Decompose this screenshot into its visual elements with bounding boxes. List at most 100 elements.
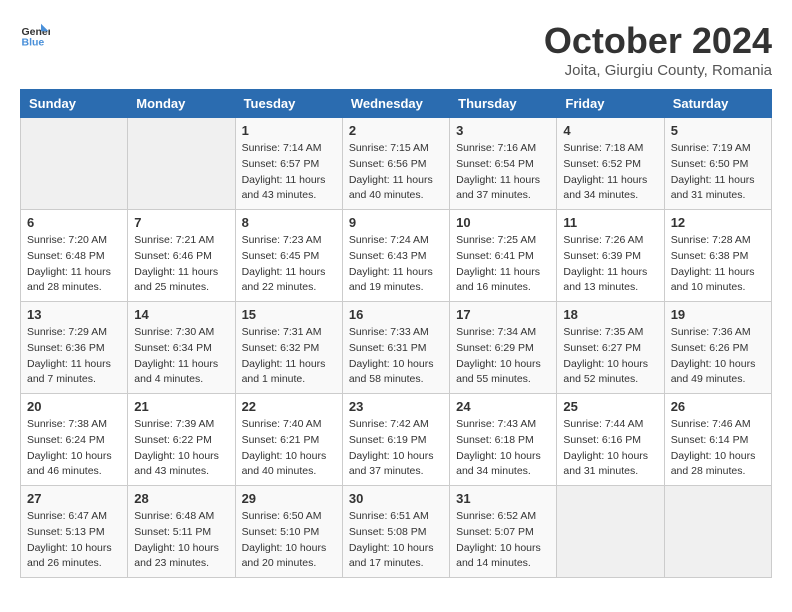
title-section: October 2024 Joita, Giurgiu County, Roma… [544, 20, 772, 79]
day-number: 23 [349, 399, 443, 414]
day-number: 30 [349, 491, 443, 506]
page-header: General Blue October 2024 Joita, Giurgiu… [20, 20, 772, 79]
calendar-cell [21, 118, 128, 210]
calendar-cell: 4 Sunrise: 7:18 AM Sunset: 6:52 PM Daylig… [557, 118, 664, 210]
calendar-cell: 16 Sunrise: 7:33 AM Sunset: 6:31 PM Dayli… [342, 302, 449, 394]
day-info: Sunrise: 7:16 AM Sunset: 6:54 PM Dayligh… [456, 141, 550, 204]
day-number: 25 [563, 399, 657, 414]
calendar-cell: 3 Sunrise: 7:16 AM Sunset: 6:54 PM Daylig… [450, 118, 557, 210]
day-info: Sunrise: 7:28 AM Sunset: 6:38 PM Dayligh… [671, 233, 765, 296]
day-info: Sunrise: 7:14 AM Sunset: 6:57 PM Dayligh… [242, 141, 336, 204]
day-info: Sunrise: 6:52 AM Sunset: 5:07 PM Dayligh… [456, 509, 550, 572]
day-number: 3 [456, 123, 550, 138]
calendar-cell: 18 Sunrise: 7:35 AM Sunset: 6:27 PM Dayli… [557, 302, 664, 394]
day-info: Sunrise: 7:33 AM Sunset: 6:31 PM Dayligh… [349, 325, 443, 388]
calendar-cell: 1 Sunrise: 7:14 AM Sunset: 6:57 PM Daylig… [235, 118, 342, 210]
calendar-cell: 10 Sunrise: 7:25 AM Sunset: 6:41 PM Dayli… [450, 210, 557, 302]
month-title: October 2024 [544, 20, 772, 62]
calendar-cell [664, 486, 771, 578]
calendar-cell: 22 Sunrise: 7:40 AM Sunset: 6:21 PM Dayli… [235, 394, 342, 486]
weekday-header-saturday: Saturday [664, 90, 771, 118]
weekday-header-monday: Monday [128, 90, 235, 118]
day-info: Sunrise: 7:34 AM Sunset: 6:29 PM Dayligh… [456, 325, 550, 388]
day-info: Sunrise: 7:18 AM Sunset: 6:52 PM Dayligh… [563, 141, 657, 204]
weekday-header-row: SundayMondayTuesdayWednesdayThursdayFrid… [21, 90, 772, 118]
weekday-header-tuesday: Tuesday [235, 90, 342, 118]
day-info: Sunrise: 7:42 AM Sunset: 6:19 PM Dayligh… [349, 417, 443, 480]
day-number: 18 [563, 307, 657, 322]
calendar-cell: 31 Sunrise: 6:52 AM Sunset: 5:07 PM Dayli… [450, 486, 557, 578]
week-row-3: 13Sunrise: 7:29 AM Sunset: 6:36 PM Dayli… [21, 302, 772, 394]
day-number: 24 [456, 399, 550, 414]
day-number: 5 [671, 123, 765, 138]
calendar-cell: 26Sunrise: 7:46 AM Sunset: 6:14 PM Dayli… [664, 394, 771, 486]
day-info: Sunrise: 7:29 AM Sunset: 6:36 PM Dayligh… [27, 325, 121, 388]
calendar-cell: 20Sunrise: 7:38 AM Sunset: 6:24 PM Dayli… [21, 394, 128, 486]
day-number: 21 [134, 399, 228, 414]
day-info: Sunrise: 7:36 AM Sunset: 6:26 PM Dayligh… [671, 325, 765, 388]
calendar-cell: 29 Sunrise: 6:50 AM Sunset: 5:10 PM Dayli… [235, 486, 342, 578]
day-number: 28 [134, 491, 228, 506]
weekday-header-wednesday: Wednesday [342, 90, 449, 118]
day-number: 11 [563, 215, 657, 230]
day-info: Sunrise: 7:35 AM Sunset: 6:27 PM Dayligh… [563, 325, 657, 388]
day-number: 22 [242, 399, 336, 414]
day-info: Sunrise: 7:30 AM Sunset: 6:34 PM Dayligh… [134, 325, 228, 388]
calendar-cell: 15 Sunrise: 7:31 AM Sunset: 6:32 PM Dayli… [235, 302, 342, 394]
day-info: Sunrise: 6:47 AM Sunset: 5:13 PM Dayligh… [27, 509, 121, 572]
day-number: 6 [27, 215, 121, 230]
logo-icon: General Blue [20, 20, 50, 50]
day-info: Sunrise: 7:23 AM Sunset: 6:45 PM Dayligh… [242, 233, 336, 296]
calendar-cell: 13Sunrise: 7:29 AM Sunset: 6:36 PM Dayli… [21, 302, 128, 394]
calendar-cell: 6Sunrise: 7:20 AM Sunset: 6:48 PM Daylig… [21, 210, 128, 302]
day-number: 4 [563, 123, 657, 138]
calendar-cell: 25 Sunrise: 7:44 AM Sunset: 6:16 PM Dayli… [557, 394, 664, 486]
week-row-5: 27 Sunrise: 6:47 AM Sunset: 5:13 PM Dayli… [21, 486, 772, 578]
weekday-header-friday: Friday [557, 90, 664, 118]
day-number: 15 [242, 307, 336, 322]
day-info: Sunrise: 7:31 AM Sunset: 6:32 PM Dayligh… [242, 325, 336, 388]
calendar-cell: 5 Sunrise: 7:19 AM Sunset: 6:50 PM Daylig… [664, 118, 771, 210]
calendar-cell: 2Sunrise: 7:15 AM Sunset: 6:56 PM Daylig… [342, 118, 449, 210]
day-number: 19 [671, 307, 765, 322]
day-info: Sunrise: 7:39 AM Sunset: 6:22 PM Dayligh… [134, 417, 228, 480]
day-number: 1 [242, 123, 336, 138]
calendar-cell: 21 Sunrise: 7:39 AM Sunset: 6:22 PM Dayli… [128, 394, 235, 486]
day-info: Sunrise: 7:21 AM Sunset: 6:46 PM Dayligh… [134, 233, 228, 296]
calendar-cell: 23 Sunrise: 7:42 AM Sunset: 6:19 PM Dayli… [342, 394, 449, 486]
calendar-cell: 17Sunrise: 7:34 AM Sunset: 6:29 PM Dayli… [450, 302, 557, 394]
logo: General Blue [20, 20, 50, 50]
weekday-header-sunday: Sunday [21, 90, 128, 118]
day-info: Sunrise: 6:51 AM Sunset: 5:08 PM Dayligh… [349, 509, 443, 572]
week-row-4: 20Sunrise: 7:38 AM Sunset: 6:24 PM Dayli… [21, 394, 772, 486]
calendar-cell: 7 Sunrise: 7:21 AM Sunset: 6:46 PM Daylig… [128, 210, 235, 302]
day-number: 9 [349, 215, 443, 230]
day-info: Sunrise: 7:19 AM Sunset: 6:50 PM Dayligh… [671, 141, 765, 204]
day-info: Sunrise: 6:48 AM Sunset: 5:11 PM Dayligh… [134, 509, 228, 572]
calendar-cell: 30 Sunrise: 6:51 AM Sunset: 5:08 PM Dayli… [342, 486, 449, 578]
day-number: 26 [671, 399, 765, 414]
calendar-cell: 9 Sunrise: 7:24 AM Sunset: 6:43 PM Daylig… [342, 210, 449, 302]
day-info: Sunrise: 7:25 AM Sunset: 6:41 PM Dayligh… [456, 233, 550, 296]
location-subtitle: Joita, Giurgiu County, Romania [544, 62, 772, 79]
day-info: Sunrise: 6:50 AM Sunset: 5:10 PM Dayligh… [242, 509, 336, 572]
day-number: 27 [27, 491, 121, 506]
calendar-cell: 19 Sunrise: 7:36 AM Sunset: 6:26 PM Dayli… [664, 302, 771, 394]
day-number: 7 [134, 215, 228, 230]
day-number: 10 [456, 215, 550, 230]
calendar-cell [128, 118, 235, 210]
calendar-cell [557, 486, 664, 578]
calendar-cell: 28 Sunrise: 6:48 AM Sunset: 5:11 PM Dayli… [128, 486, 235, 578]
day-number: 16 [349, 307, 443, 322]
day-info: Sunrise: 7:44 AM Sunset: 6:16 PM Dayligh… [563, 417, 657, 480]
day-number: 12 [671, 215, 765, 230]
day-info: Sunrise: 7:24 AM Sunset: 6:43 PM Dayligh… [349, 233, 443, 296]
calendar-cell: 27 Sunrise: 6:47 AM Sunset: 5:13 PM Dayli… [21, 486, 128, 578]
day-number: 2 [349, 123, 443, 138]
day-number: 20 [27, 399, 121, 414]
day-number: 29 [242, 491, 336, 506]
calendar-cell: 14Sunrise: 7:30 AM Sunset: 6:34 PM Dayli… [128, 302, 235, 394]
week-row-1: 1 Sunrise: 7:14 AM Sunset: 6:57 PM Daylig… [21, 118, 772, 210]
day-number: 31 [456, 491, 550, 506]
day-info: Sunrise: 7:40 AM Sunset: 6:21 PM Dayligh… [242, 417, 336, 480]
